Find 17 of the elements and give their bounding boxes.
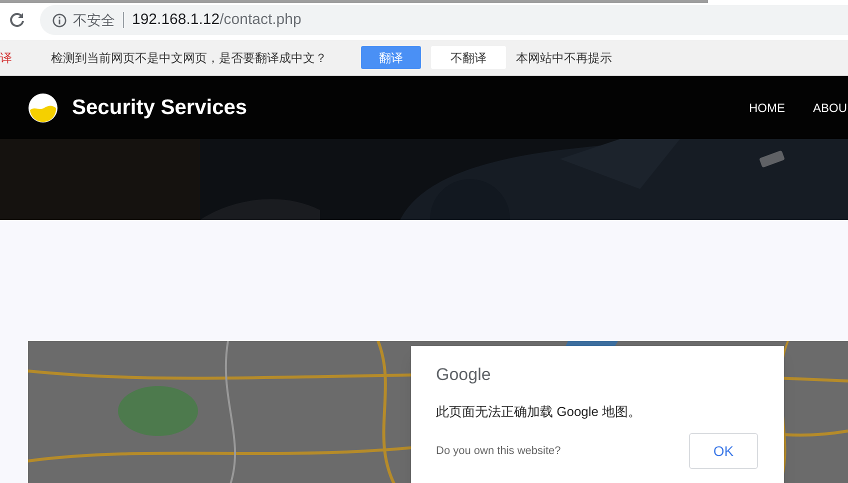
translate-label: 译 (0, 50, 12, 66)
nav-link[interactable]: HOME (748, 98, 785, 116)
info-icon[interactable] (52, 12, 67, 28)
security-label: 不安全 (73, 10, 115, 30)
translate-prompt: 检测到当前网页不是中文网页，是否要翻译成中文？ (51, 50, 327, 66)
nav-link[interactable]: ABOU (812, 98, 847, 116)
address-field[interactable]: 不安全 192.168.1.12/contact.php (40, 5, 848, 35)
url-text: 192.168.1.12/contact.php (132, 10, 302, 30)
ownership-question: Do you own this website? (436, 444, 561, 459)
reload-icon[interactable] (8, 11, 26, 29)
dismiss-link[interactable]: 本网站中不再提示 (516, 48, 612, 66)
map-error-message: 此页面无法正确加载 Google 地图。 (436, 402, 642, 421)
ok-button[interactable]: OK (689, 433, 758, 469)
brand-name[interactable]: Security Services (72, 92, 248, 124)
logo-icon (28, 92, 58, 122)
translate-button[interactable]: 不翻译 (431, 46, 506, 69)
google-logo: Google (436, 364, 491, 386)
